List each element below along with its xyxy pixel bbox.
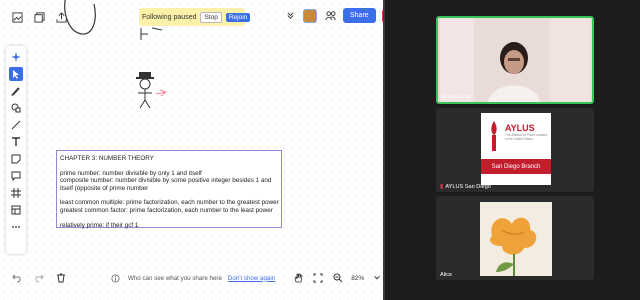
notes-line: itself (opposite of prime number <box>60 184 149 192</box>
export-icon[interactable] <box>54 10 68 24</box>
tool-rail <box>6 46 26 254</box>
zoom-level[interactable]: 82% <box>351 275 364 282</box>
fit-screen-icon[interactable] <box>311 271 325 285</box>
participant-tile-aylus[interactable]: AYLUS The Alliance of Youth Leaders in t… <box>436 108 594 192</box>
notes-line: prime number: number divisible by only 1… <box>60 169 202 177</box>
text-icon[interactable] <box>9 135 23 149</box>
share-button[interactable]: Share <box>343 8 376 23</box>
notes-text-box[interactable]: CHAPTER 3: NUMBER THEORY prime number: n… <box>56 150 282 229</box>
shapes-icon[interactable] <box>9 101 23 115</box>
following-status-text: Following paused <box>142 13 197 21</box>
select-icon[interactable] <box>9 67 23 81</box>
sticky-note-icon[interactable] <box>9 152 23 166</box>
trash-icon[interactable] <box>54 271 68 285</box>
participant-name: Alice <box>440 272 453 278</box>
participant-tile-alice[interactable]: Alice <box>436 196 594 280</box>
stop-following-button[interactable]: Stop <box>200 11 222 23</box>
stick-figure-drawing <box>136 72 168 109</box>
collapse-chevron-icon[interactable] <box>283 9 297 23</box>
redo-icon[interactable] <box>32 271 46 285</box>
notes-line: least common multiple: prime factorizati… <box>60 199 279 207</box>
rejoin-button[interactable]: Rejoin <box>225 12 251 22</box>
participant-name-text: AYLUS San Diego <box>445 184 491 190</box>
zoom-out-icon[interactable] <box>331 271 345 285</box>
participant-video <box>438 18 592 102</box>
aylus-title: AYLUS <box>505 123 535 133</box>
notes-line: greatest common factor: prime factorizat… <box>60 206 273 214</box>
privacy-text: Who can see what you share here <box>128 274 222 282</box>
collaborator-avatar[interactable] <box>303 8 317 23</box>
line-icon[interactable] <box>9 118 23 132</box>
sparkle-icon[interactable] <box>9 50 23 64</box>
undo-icon[interactable] <box>10 271 24 285</box>
chevron-down-icon[interactable] <box>370 271 383 285</box>
aylus-logo-card: AYLUS The Alliance of Youth Leaders in t… <box>481 113 551 185</box>
dont-show-again-link[interactable]: Don't show again <box>228 275 275 282</box>
flower-drawing <box>480 202 552 276</box>
following-paused-banner: Following paused Stop Rejoin <box>139 8 251 26</box>
panel-divider[interactable] <box>383 0 385 300</box>
notes-line: composite number: number divisible by so… <box>60 177 272 185</box>
participant-name: Angela Xue <box>442 94 471 100</box>
people-icon[interactable] <box>323 9 337 23</box>
aylus-torch-icon <box>491 121 497 151</box>
hand-pan-icon[interactable] <box>291 271 305 285</box>
whiteboard-canvas[interactable]: Following paused Stop Rejoin Share ✕ <box>0 0 383 300</box>
pages-icon[interactable] <box>32 10 46 24</box>
more-icon[interactable] <box>9 220 23 234</box>
frame-icon[interactable] <box>9 186 23 200</box>
participant-name: ▮ AYLUS San Diego <box>440 183 491 190</box>
info-icon <box>108 271 122 285</box>
notes-line: CHAPTER 3: NUMBER THEORY <box>60 155 154 162</box>
aylus-branch: San Diego Branch <box>481 159 551 174</box>
notes-line: relatively prime: if their gcf 1 <box>60 221 139 229</box>
aylus-subtitle: The Alliance of Youth Leaders in the Uni… <box>505 133 548 141</box>
table-icon[interactable] <box>9 203 23 217</box>
pen-icon[interactable] <box>9 84 23 98</box>
comment-icon[interactable] <box>9 169 23 183</box>
sketch-marks <box>140 27 163 40</box>
muted-mic-icon: ▮ <box>440 184 444 190</box>
image-icon[interactable] <box>10 10 24 24</box>
participant-tile-angela[interactable]: Angela Xue <box>436 16 594 104</box>
